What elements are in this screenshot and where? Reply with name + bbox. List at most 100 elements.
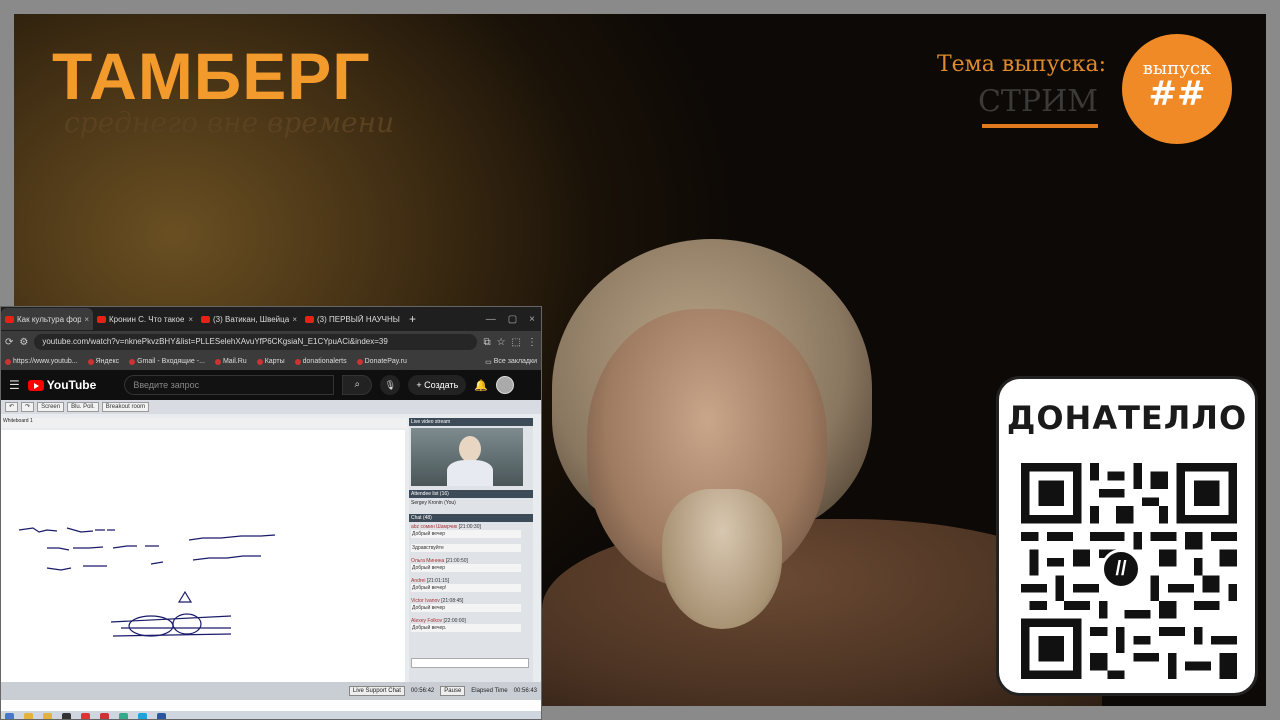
all-bookmarks-label: Все закладки: [493, 358, 537, 365]
topic-value: СТРИМ: [977, 84, 1098, 119]
webinar-status-bar: Live Support Chat 00:56:42 Pause Elapsed…: [1, 682, 541, 700]
chrome-icon[interactable]: [81, 712, 90, 719]
browser-tab-3[interactable]: (3) Ватикан, Швейца ×: [197, 308, 301, 330]
youtube-logo-text: YouTube: [46, 378, 97, 392]
bookmark-label: Gmail - Входящие -...: [137, 358, 205, 365]
presenter-beard: [662, 489, 782, 629]
poll-button[interactable]: Blu. Poll.: [67, 402, 99, 412]
skype-icon[interactable]: [138, 712, 147, 719]
video-panel-header: Live video stream: [409, 418, 533, 426]
start-icon[interactable]: [5, 712, 14, 719]
browser-tab-2[interactable]: Кронин С. Что такое ×: [93, 308, 197, 330]
bookmark-label: donationalerts: [302, 358, 347, 365]
topic-underline: [982, 124, 1098, 128]
webinar-side-panel: Live video stream Attendee list (16) Ser…: [409, 418, 533, 694]
whiteboard-tab[interactable]: Whiteboard 1: [1, 418, 407, 428]
cast-icon[interactable]: ⧉: [483, 337, 490, 348]
search-icon[interactable]: ⌕: [342, 375, 373, 395]
live-video-thumbnail: [411, 428, 523, 486]
bookmark-label: Mail.Ru: [222, 358, 247, 365]
tab-label: Кронин С. Что такое: [109, 314, 185, 324]
browser-tab-bar: Как культура форм...× Кронин С. Что тако…: [1, 307, 541, 331]
bookmark-label: Яндекс: [95, 358, 120, 365]
word-icon[interactable]: [157, 712, 166, 719]
tab-label: (3) Ватикан, Швейца: [213, 314, 290, 324]
address-bar: ⟳ ⚙ youtube.com/watch?v=nknePkvzBHY&list…: [1, 331, 541, 353]
close-icon[interactable]: ×: [84, 315, 89, 324]
donatepay-icon: [356, 358, 363, 365]
youtube-logo[interactable]: YouTube: [27, 378, 97, 392]
bookmark-item[interactable]: Карты: [256, 358, 285, 365]
minimize-icon[interactable]: —: [486, 314, 496, 325]
create-button[interactable]: + Создать: [408, 375, 467, 395]
hamburger-menu-icon[interactable]: ☰: [9, 378, 20, 392]
chat-text: Добрый вечер: [411, 530, 521, 538]
site-info-icon[interactable]: ⚙: [19, 337, 28, 348]
close-icon[interactable]: ×: [292, 315, 297, 324]
topic-label: Тема выпуска:: [936, 52, 1106, 77]
bookmark-item[interactable]: Mail.Ru: [214, 358, 247, 365]
episode-number: ##: [1148, 74, 1206, 114]
window-close-icon[interactable]: ×: [529, 314, 535, 325]
chat-text: Добрый вечер: [411, 604, 521, 612]
yandex-icon: [87, 358, 94, 365]
folder-icon: ▭: [485, 358, 492, 366]
breakout-room-button[interactable]: Breakout room: [101, 402, 150, 412]
donation-title: ДОНАТЕЛЛО: [1006, 399, 1248, 437]
app-icon[interactable]: [100, 712, 109, 719]
chat-panel-header: Chat (48): [409, 514, 533, 522]
url-field[interactable]: youtube.com/watch?v=nknePkvzBHY&list=PLL…: [34, 334, 478, 350]
chat-time: [21:00:30]: [458, 524, 481, 530]
browser-tab-4[interactable]: (3) ПЕРВЫЙ НАУЧНЫ: [301, 308, 405, 330]
maximize-icon[interactable]: ▢: [508, 314, 517, 325]
folder-icon[interactable]: [43, 712, 52, 719]
app-icon[interactable]: [119, 712, 128, 719]
explorer-icon[interactable]: [24, 712, 33, 719]
media-icon[interactable]: [62, 712, 71, 719]
pause-button[interactable]: Pause: [440, 686, 466, 696]
chat-sender: Andrei: [411, 578, 426, 584]
bookmark-item[interactable]: Яндекс: [87, 358, 120, 365]
tab-label: Как культура форм...: [17, 314, 82, 324]
new-tab-icon[interactable]: +: [409, 312, 416, 326]
chat-message: abz сомин Шамрчик [21:00:30] Добрый вечер: [411, 524, 521, 538]
chat-input[interactable]: [411, 658, 529, 668]
maps-icon: [256, 358, 263, 365]
youtube-play-icon: [27, 379, 44, 391]
extensions-icon[interactable]: ⬚: [512, 337, 521, 348]
youtube-favicon-icon: [201, 315, 210, 323]
bookmark-item[interactable]: Gmail - Входящие -...: [129, 358, 205, 365]
chat-sender: abz сомин Шамрчик: [411, 524, 458, 530]
chat-message: Victor Ivanov [21:08:45] Добрый вечер: [411, 598, 521, 612]
mailru-icon: [214, 358, 221, 365]
youtube-search-input[interactable]: Введите запрос: [124, 375, 335, 395]
youtube-favicon-icon: [5, 315, 14, 323]
close-icon[interactable]: ×: [188, 315, 193, 324]
bookmark-star-icon[interactable]: ☆: [497, 337, 506, 348]
undo-icon[interactable]: ↶: [5, 402, 19, 412]
reload-icon[interactable]: ⟳: [5, 337, 13, 348]
chat-sender: Ольга Минина: [411, 558, 445, 564]
attendee-panel-header: Attendee list (16): [409, 490, 533, 498]
chat-time: [21:00:50]: [445, 558, 468, 564]
bookmark-label: DonatePay.ru: [364, 358, 407, 365]
chat-message: Здравствуйте: [411, 544, 521, 552]
redo-icon[interactable]: ↷: [21, 402, 35, 412]
chat-text: Добрый вечер.: [411, 624, 521, 632]
notifications-bell-icon[interactable]: 🔔: [474, 379, 488, 392]
video-person-body: [447, 460, 493, 486]
whiteboard-canvas[interactable]: [1, 430, 405, 692]
tab-label: (3) ПЕРВЫЙ НАУЧНЫ: [317, 314, 400, 324]
menu-icon[interactable]: ⋮: [527, 337, 537, 348]
bookmark-item[interactable]: donationalerts: [294, 358, 347, 365]
avatar[interactable]: [495, 376, 514, 394]
bookmark-item[interactable]: DonatePay.ru: [356, 358, 407, 365]
attendee-user: Sergey Kronin (You): [411, 500, 456, 506]
gmail-icon: [129, 358, 136, 365]
live-support-chat-button[interactable]: Live Support Chat: [348, 686, 405, 696]
browser-tab-1[interactable]: Как культура форм...×: [1, 308, 93, 330]
bookmark-item[interactable]: https://www.youtub...: [5, 358, 78, 365]
all-bookmarks[interactable]: ▭ Все закладки: [485, 358, 537, 366]
screen-button[interactable]: Screen: [37, 402, 65, 412]
microphone-icon[interactable]: 🎙: [380, 375, 401, 395]
